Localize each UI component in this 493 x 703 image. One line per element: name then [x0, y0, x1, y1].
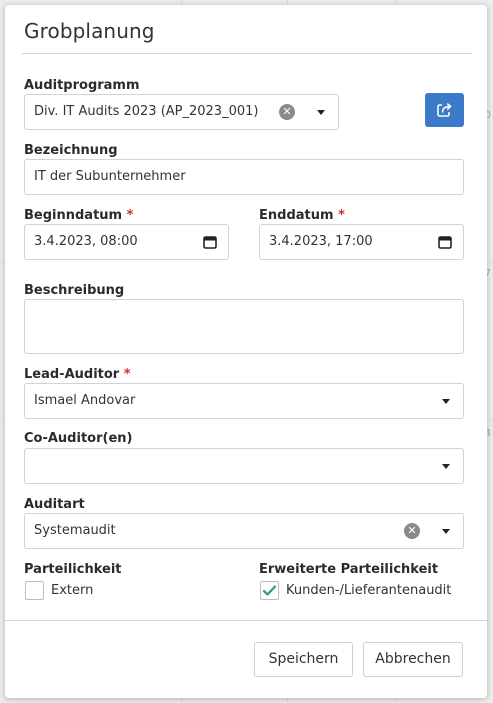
share-icon: [437, 102, 452, 117]
save-button[interactable]: Speichern: [254, 642, 353, 677]
clear-icon[interactable]: ✕: [279, 104, 295, 120]
beginndatum-label: Beginndatum *: [24, 208, 134, 223]
calendar-icon[interactable]: [438, 235, 452, 249]
bezeichnung-input[interactable]: IT der Subunternehmer: [24, 159, 464, 195]
chevron-down-icon[interactable]: [442, 529, 450, 534]
lead-auditor-select[interactable]: Ismael Andovar: [24, 383, 464, 419]
cancel-button[interactable]: Abbrechen: [363, 642, 463, 677]
required-marker: *: [338, 208, 345, 223]
chevron-down-icon[interactable]: [442, 464, 450, 469]
auditprogramm-label: Auditprogramm: [24, 78, 140, 93]
check-icon: [262, 585, 277, 596]
clear-icon[interactable]: ✕: [404, 523, 420, 539]
beschreibung-label: Beschreibung: [24, 283, 125, 298]
required-marker: *: [126, 208, 134, 223]
auditart-label: Auditart: [24, 497, 85, 512]
enddatum-label: Enddatum *: [259, 208, 345, 223]
auditart-value: Systemaudit: [34, 523, 116, 538]
co-auditor-label: Co-Auditor(en): [24, 431, 133, 446]
chevron-down-icon[interactable]: [317, 110, 325, 115]
enddatum-value: 3.4.2023, 17:00: [269, 234, 373, 249]
bezeichnung-label: Bezeichnung: [24, 143, 118, 158]
lead-auditor-value: Ismael Andovar: [34, 393, 136, 408]
extern-checkbox[interactable]: [25, 581, 44, 600]
kunden-lieferantenaudit-checkbox[interactable]: [260, 581, 279, 600]
footer-divider: [5, 620, 487, 621]
beschreibung-textarea[interactable]: [24, 299, 464, 354]
parteilichkeit-label: Parteilichkeit: [24, 562, 122, 577]
bezeichnung-value: IT der Subunternehmer: [34, 169, 186, 184]
title-divider: [22, 53, 472, 54]
grobplanung-dialog: Grobplanung Auditprogramm Div. IT Audits…: [5, 5, 487, 698]
beginndatum-input[interactable]: 3.4.2023, 08:00: [24, 224, 229, 260]
lead-auditor-label: Lead-Auditor *: [24, 367, 131, 382]
beginndatum-value: 3.4.2023, 08:00: [34, 234, 138, 249]
dialog-title: Grobplanung: [24, 19, 155, 43]
auditart-select[interactable]: Systemaudit ✕: [24, 513, 464, 549]
required-marker: *: [123, 367, 131, 382]
enddatum-input[interactable]: 3.4.2023, 17:00: [259, 224, 464, 260]
auditprogramm-select[interactable]: Div. IT Audits 2023 (AP_2023_001) ✕: [24, 94, 339, 130]
extern-checkbox-label[interactable]: Extern: [51, 583, 93, 598]
kunden-lieferantenaudit-label[interactable]: Kunden-/Lieferantenaudit: [286, 583, 451, 598]
co-auditor-select[interactable]: [24, 448, 464, 484]
chevron-down-icon[interactable]: [442, 399, 450, 404]
auditprogramm-value: Div. IT Audits 2023 (AP_2023_001): [34, 104, 259, 119]
calendar-icon[interactable]: [203, 235, 217, 249]
erweiterte-parteilichkeit-label: Erweiterte Parteilichkeit: [259, 562, 439, 577]
open-auditprogramm-button[interactable]: [425, 93, 464, 127]
